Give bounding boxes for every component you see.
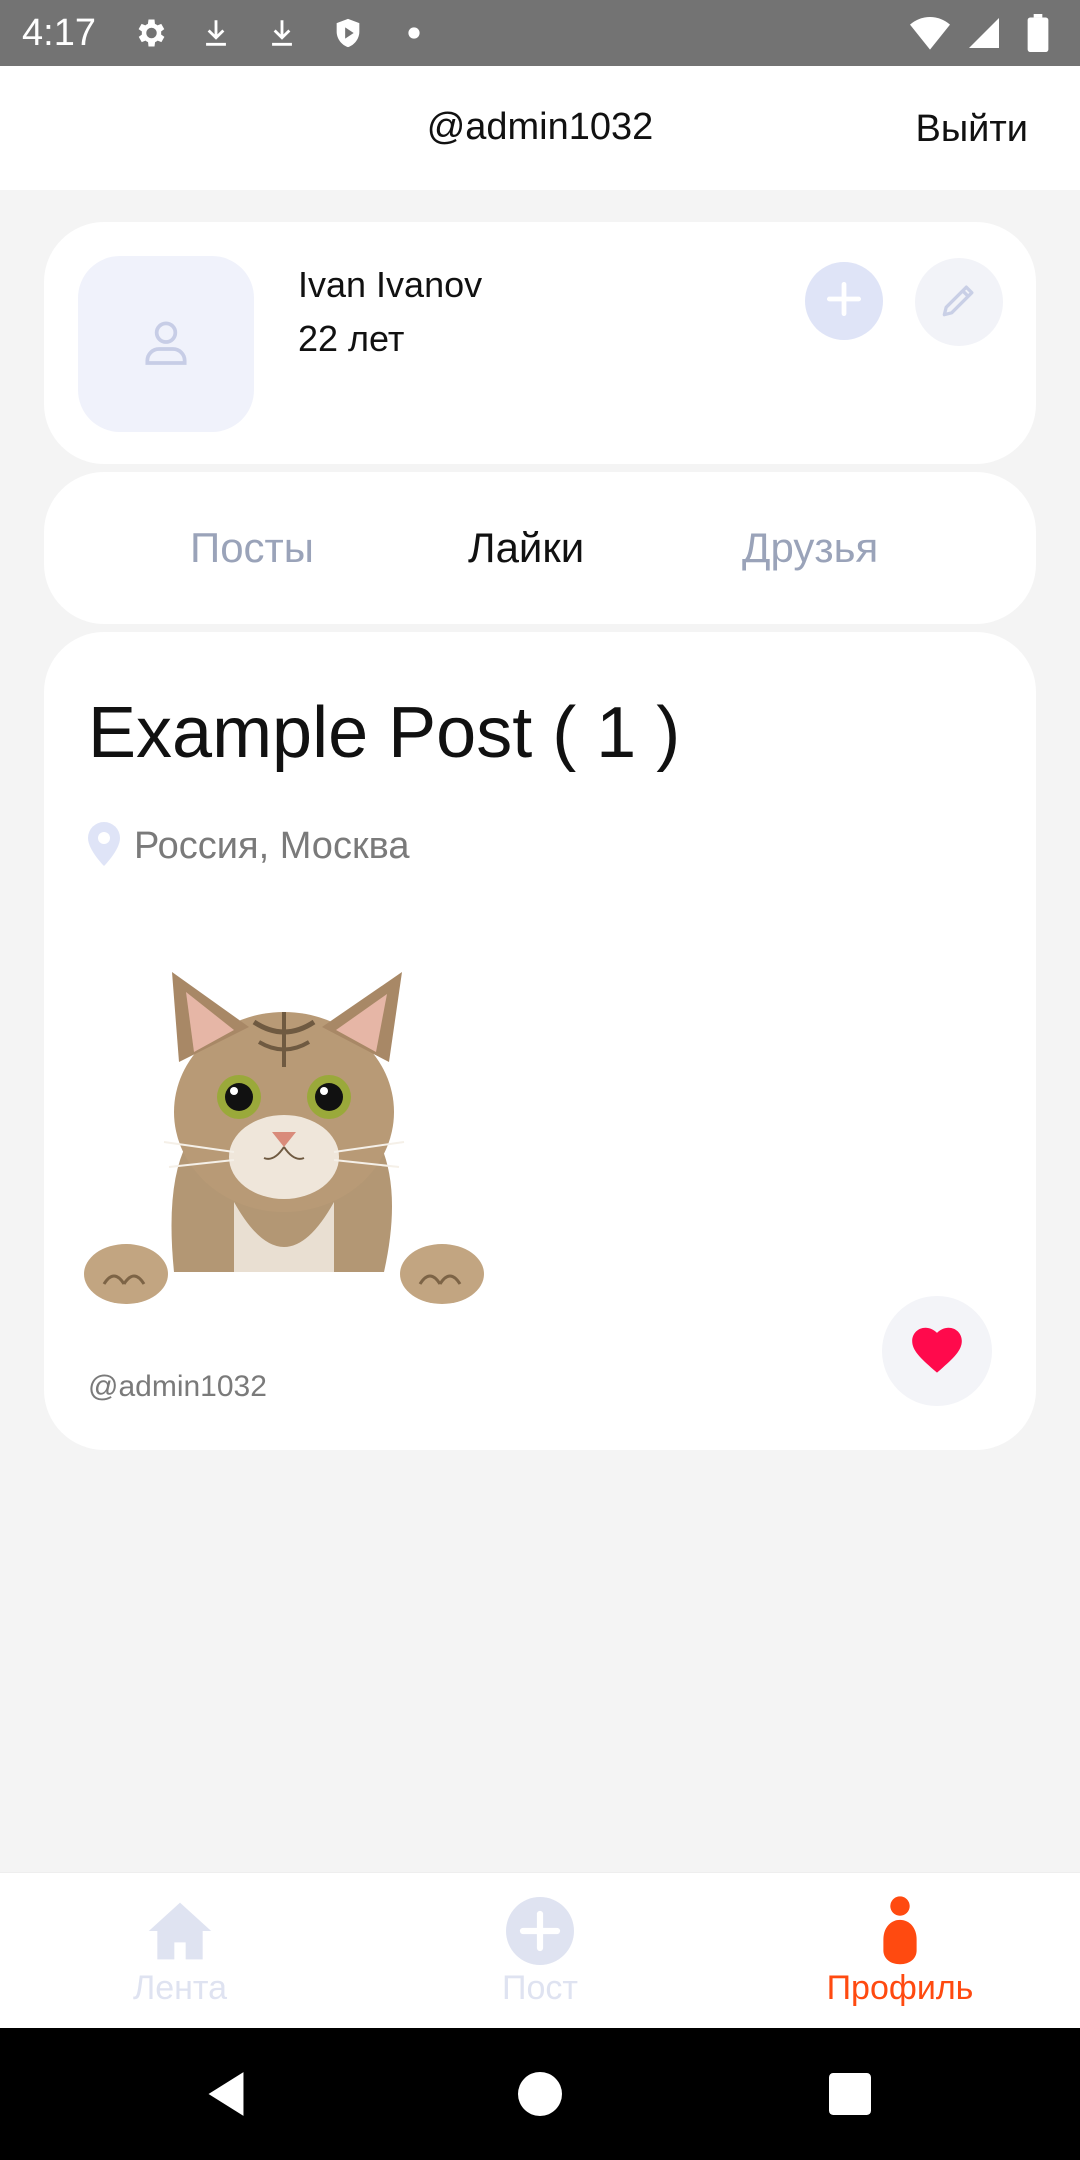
download-icon bbox=[262, 13, 302, 53]
user-icon bbox=[138, 314, 194, 375]
post-author[interactable]: @admin1032 bbox=[88, 1370, 267, 1404]
avatar bbox=[78, 256, 254, 432]
add-friend-button[interactable] bbox=[805, 262, 883, 340]
dot-icon bbox=[394, 13, 434, 53]
edit-profile-button[interactable] bbox=[915, 258, 1003, 346]
post-location: Россия, Москва bbox=[88, 822, 409, 871]
nav-profile[interactable]: Профиль bbox=[720, 1873, 1080, 2029]
profile-age: 22 лет bbox=[298, 318, 405, 359]
battery-icon bbox=[1018, 13, 1058, 53]
status-time: 4:17 bbox=[22, 11, 96, 54]
app-header: @admin1032 Выйти bbox=[0, 66, 1080, 190]
tab-posts[interactable]: Посты bbox=[190, 524, 314, 572]
shield-icon bbox=[328, 13, 368, 53]
profile-tabs: Посты Лайки Друзья bbox=[44, 472, 1036, 624]
profile-name: Ivan Ivanov bbox=[298, 264, 483, 305]
like-button[interactable] bbox=[882, 1296, 992, 1406]
home-icon bbox=[146, 1895, 214, 1967]
system-navigation-bar bbox=[0, 2028, 1080, 2160]
person-icon bbox=[880, 1895, 920, 1967]
nav-feed-label: Лента bbox=[132, 1969, 228, 2007]
post-image-cat[interactable] bbox=[84, 972, 504, 1312]
bottom-navigation: Лента Пост Профиль bbox=[0, 1872, 1080, 2028]
pencil-icon bbox=[937, 278, 981, 327]
nav-post-label: Пост bbox=[502, 1969, 578, 2007]
wifi-icon bbox=[910, 13, 950, 53]
gear-icon bbox=[130, 13, 170, 53]
recent-apps-icon[interactable] bbox=[820, 2064, 880, 2124]
location-pin-icon bbox=[88, 822, 120, 871]
status-icons-left bbox=[130, 13, 434, 53]
logout-button[interactable]: Выйти bbox=[915, 108, 1028, 151]
nav-feed[interactable]: Лента bbox=[0, 1873, 360, 2029]
status-icons-right bbox=[910, 13, 1058, 53]
nav-profile-label: Профиль bbox=[826, 1969, 974, 2007]
status-bar: 4:17 bbox=[0, 0, 1080, 66]
download-icon bbox=[196, 13, 236, 53]
tab-likes[interactable]: Лайки bbox=[468, 524, 584, 572]
signal-icon bbox=[964, 13, 1004, 53]
nav-post[interactable]: Пост bbox=[360, 1873, 720, 2029]
post-title: Example Post ( 1 ) bbox=[88, 693, 681, 773]
home-circle-icon[interactable] bbox=[510, 2064, 570, 2124]
profile-card: Ivan Ivanov 22 лет bbox=[44, 222, 1036, 464]
heart-icon bbox=[908, 1323, 966, 1380]
tab-friends[interactable]: Друзья bbox=[742, 524, 878, 572]
post-card[interactable]: Example Post ( 1 ) Россия, Москва @admin… bbox=[44, 632, 1036, 1450]
plus-icon bbox=[822, 277, 866, 326]
add-post-icon bbox=[506, 1895, 574, 1967]
back-icon[interactable] bbox=[196, 2064, 256, 2124]
location-text: Россия, Москва bbox=[134, 825, 410, 867]
